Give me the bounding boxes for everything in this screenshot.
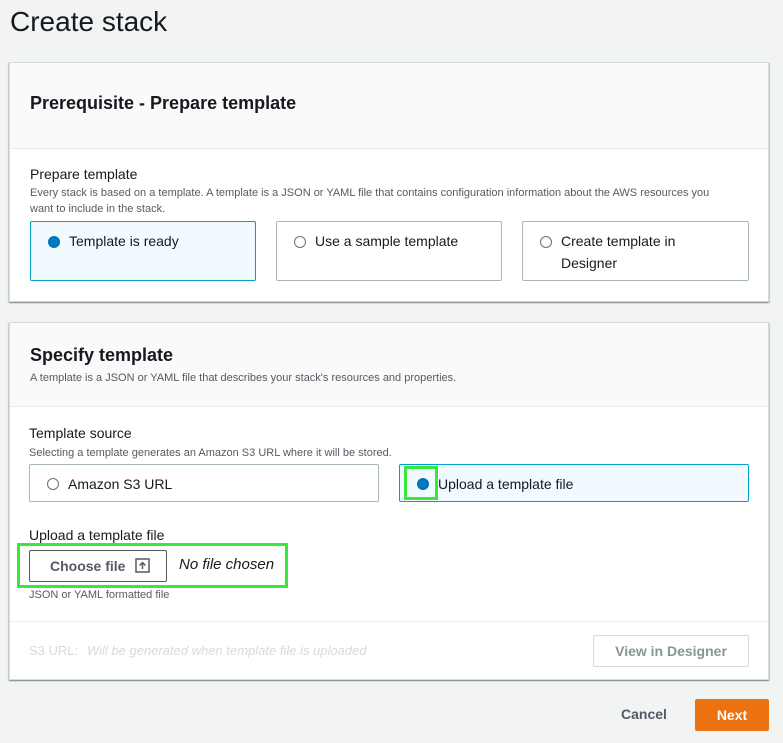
s3-url-divider [10, 621, 768, 622]
specify-template-description: A template is a JSON or YAML file that d… [30, 372, 457, 384]
source-amazon-s3-url-label: Amazon S3 URL [68, 476, 173, 492]
upload-template-label: Upload a template file [29, 527, 165, 543]
page-title: Create stack [10, 6, 168, 37]
s3-url-label: S3 URL: [29, 643, 79, 658]
s3-url-placeholder: Will be generated when template file is … [87, 643, 367, 658]
next-button[interactable]: Next [695, 699, 769, 731]
template-source-description: Selecting a template generates an Amazon… [29, 447, 392, 459]
template-source-label: Template source [29, 425, 132, 441]
option-template-ready[interactable]: Template is ready [30, 221, 256, 281]
choose-file-button[interactable]: Choose file [29, 550, 167, 582]
specify-template-header: Specify template A template is a JSON or… [10, 323, 768, 407]
prerequisite-title: Prerequisite - Prepare template [30, 93, 297, 113]
cancel-button[interactable]: Cancel [621, 706, 667, 722]
upload-hint: JSON or YAML formatted file [29, 589, 170, 601]
view-in-designer-button[interactable]: View in Designer [593, 635, 749, 667]
prerequisite-header: Prerequisite - Prepare template [10, 63, 768, 149]
source-upload-template-file[interactable]: Upload a template file [399, 464, 749, 502]
option-create-in-designer[interactable]: Create template in Designer [522, 221, 749, 281]
radio-create-in-designer[interactable] [540, 236, 552, 248]
source-upload-template-file-label: Upload a template file [438, 476, 574, 492]
choose-file-label: Choose file [50, 558, 126, 574]
option-create-in-designer-label: Create template in Designer [561, 233, 676, 271]
prepare-template-label: Prepare template [30, 166, 138, 182]
highlight-upload-radio [404, 466, 438, 500]
option-sample-template[interactable]: Use a sample template [276, 221, 502, 281]
upload-icon [135, 558, 150, 573]
source-amazon-s3-url[interactable]: Amazon S3 URL [29, 464, 379, 502]
no-file-chosen-text: No file chosen [179, 556, 275, 573]
prepare-template-description: Every stack is based on a template. A te… [30, 187, 710, 215]
radio-amazon-s3-url[interactable] [47, 478, 59, 490]
radio-sample-template[interactable] [294, 236, 306, 248]
option-template-ready-label: Template is ready [69, 233, 179, 249]
option-sample-template-label: Use a sample template [315, 233, 459, 249]
specify-template-title: Specify template [30, 345, 174, 365]
prerequisite-panel: Prerequisite - Prepare template Prepare … [9, 62, 769, 302]
radio-template-ready[interactable] [48, 236, 60, 248]
